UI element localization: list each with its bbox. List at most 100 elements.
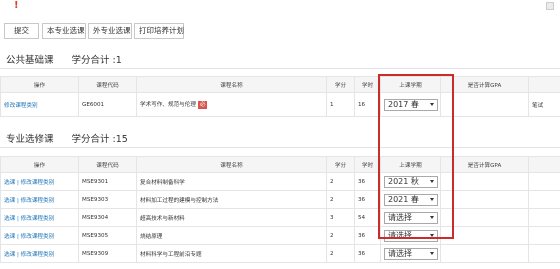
course-code: GE6001 <box>78 92 137 117</box>
hours: 54 <box>354 208 381 227</box>
term-select[interactable]: 请选择 <box>384 229 438 242</box>
term-select[interactable]: 2017 春 <box>384 98 438 111</box>
term-cell: 请选择否 <box>380 208 441 227</box>
section-name: 公共基础课 <box>6 55 54 66</box>
term-cell: 2021 春否 <box>380 190 441 209</box>
term-select-value: 请选择 <box>388 230 412 240</box>
gpa-cell <box>440 92 529 117</box>
required-badge: 必 <box>197 101 208 109</box>
select-modify-links[interactable]: 选课 | 修改课程类别 <box>4 198 54 204</box>
term-select[interactable]: 2021 春 <box>384 193 438 206</box>
credit-summary: 学分合计 :1 <box>71 55 122 66</box>
course-code: MSE9309 <box>78 244 137 263</box>
course-code: MSE9305 <box>78 226 137 245</box>
hours: 36 <box>354 226 381 245</box>
print-training-plan-button[interactable]: 打印培养计划 <box>134 23 184 39</box>
major-course-select-button[interactable]: 本专业选课 <box>42 23 86 39</box>
col-header-term: 上课学期 <box>380 76 441 93</box>
credit: 2 <box>326 190 355 209</box>
divider <box>0 68 560 69</box>
submit-button[interactable]: 提交 <box>4 23 39 39</box>
col-header-name: 课程名称 <box>136 156 327 173</box>
extra-cell <box>528 190 560 209</box>
chevron-down-icon <box>430 251 434 255</box>
hours: 16 <box>354 92 381 117</box>
gpa-cell <box>440 172 529 191</box>
modify-category-link[interactable]: 修改课程类别 <box>4 103 38 109</box>
credit: 2 <box>326 244 355 263</box>
term-cell: 2017 春否 <box>380 92 441 117</box>
col-header-code: 课程代码 <box>78 156 137 173</box>
divider <box>0 147 560 148</box>
chevron-down-icon <box>430 179 434 183</box>
select-modify-links[interactable]: 选课 | 修改课程类别 <box>4 234 54 240</box>
public-course-table: 操作 课程代码 课程名称 学分 学时 上课学期 是否计算GPA 修改课程类别 G… <box>0 76 560 117</box>
window-control-icon[interactable] <box>546 2 554 10</box>
extra-cell <box>528 208 560 227</box>
course-name: 烧结原理 <box>136 226 327 245</box>
term-select-value: 2021 春 <box>388 194 419 204</box>
col-header-credit: 学分 <box>326 156 355 173</box>
credit: 1 <box>326 92 355 117</box>
course-code: MSE9303 <box>78 190 137 209</box>
credit: 2 <box>326 172 355 191</box>
table-row: 选课 | 修改课程类别 MSE9304 超高技术与新材料 3 54 请选择否 <box>0 208 560 227</box>
extra-cell <box>528 172 560 191</box>
table-row: 选课 | 修改课程类别 MSE9309 材料科学与工程前沿专题 2 36 请选择… <box>0 244 560 263</box>
chevron-down-icon <box>430 197 434 201</box>
exam-type: 笔试 <box>528 92 560 117</box>
gpa-cell <box>440 190 529 209</box>
credit: 2 <box>326 226 355 245</box>
course-name: 材料科学与工程前沿专题 <box>136 244 327 263</box>
hours: 36 <box>354 190 381 209</box>
credit: 3 <box>326 208 355 227</box>
chevron-down-icon <box>430 102 434 106</box>
chevron-down-icon <box>430 215 434 219</box>
extra-cell <box>528 244 560 263</box>
col-header-actions: 操作 <box>0 76 79 93</box>
course-name: 复合材料制备科学 <box>136 172 327 191</box>
col-header-gpa: 是否计算GPA <box>440 76 529 93</box>
col-header-code: 课程代码 <box>78 76 137 93</box>
term-select-value: 请选择 <box>388 212 412 222</box>
term-select[interactable]: 请选择 <box>384 247 438 260</box>
course-name: 超高技术与新材料 <box>136 208 327 227</box>
section-name: 专业选修课 <box>6 134 54 145</box>
select-modify-links[interactable]: 选课 | 修改课程类别 <box>4 216 54 222</box>
table-header-row: 操作 课程代码 课程名称 学分 学时 上课学期 是否计算GPA <box>0 76 560 93</box>
warning-icon: ! <box>14 0 19 11</box>
gpa-cell <box>440 244 529 263</box>
col-header-term: 上课学期 <box>380 156 441 173</box>
chevron-down-icon <box>430 233 434 237</box>
gpa-cell <box>440 208 529 227</box>
col-header-gpa: 是否计算GPA <box>440 156 529 173</box>
table-row: 选课 | 修改课程类别 MSE9301 复合材料制备科学 2 36 2021 秋… <box>0 172 560 191</box>
term-cell: 请选择否 <box>380 244 441 263</box>
hours: 36 <box>354 172 381 191</box>
gpa-cell <box>440 226 529 245</box>
course-name-cell: 学术写作、规范与伦理必 <box>136 92 327 117</box>
term-select[interactable]: 2021 秋 <box>384 175 438 188</box>
table-row: 选课 | 修改课程类别 MSE9305 烧结原理 2 36 请选择否 <box>0 226 560 245</box>
term-cell: 2021 秋否 <box>380 172 441 191</box>
col-header-extra <box>528 156 560 173</box>
other-major-course-select-button[interactable]: 外专业选课 <box>88 23 132 39</box>
credit-summary: 学分合计 :15 <box>71 134 128 145</box>
course-name: 学术写作、规范与伦理 <box>140 102 196 108</box>
select-modify-links[interactable]: 选课 | 修改课程类别 <box>4 180 54 186</box>
table-row: 选课 | 修改课程类别 MSE9303 材料加工过程的建模与控制方法 2 36 … <box>0 190 560 209</box>
term-select[interactable]: 请选择 <box>384 211 438 224</box>
term-select-value: 请选择 <box>388 248 412 258</box>
course-code: MSE9301 <box>78 172 137 191</box>
select-modify-links[interactable]: 选课 | 修改课程类别 <box>4 252 54 258</box>
elective-course-table: 操作 课程代码 课程名称 学分 学时 上课学期 是否计算GPA 选课 | 修改课… <box>0 156 560 263</box>
term-select-value: 2021 秋 <box>388 176 419 186</box>
col-header-hours: 学时 <box>354 76 381 93</box>
course-code: MSE9304 <box>78 208 137 227</box>
term-select-value: 2017 春 <box>388 99 419 109</box>
top-bar: ! <box>0 0 560 14</box>
section-title-elective: 专业选修课 学分合计 :15 <box>6 131 128 145</box>
col-header-credit: 学分 <box>326 76 355 93</box>
extra-cell <box>528 226 560 245</box>
table-row: 修改课程类别 GE6001 学术写作、规范与伦理必 1 16 2017 春否 笔… <box>0 92 560 117</box>
